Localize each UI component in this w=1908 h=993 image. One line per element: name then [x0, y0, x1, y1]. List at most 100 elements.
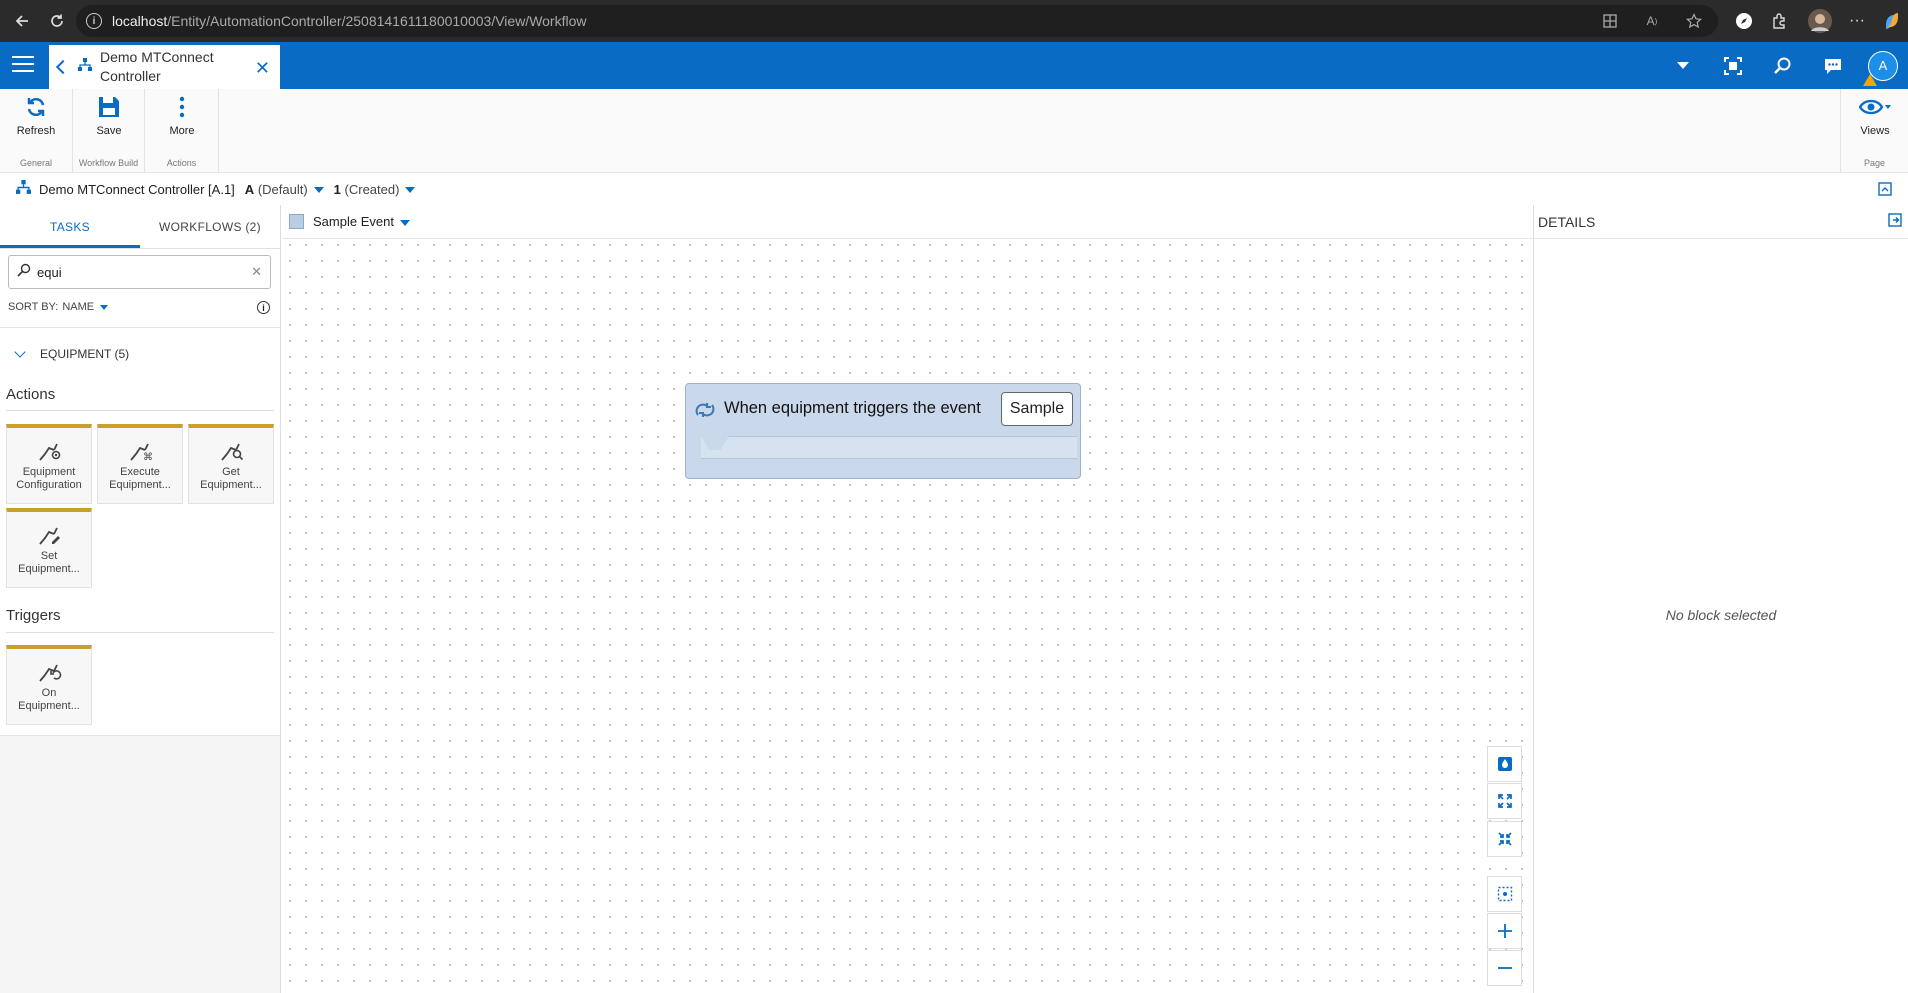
task-set-equipment[interactable]: Set Equipment... [6, 508, 92, 588]
views-button[interactable]: Views [1845, 95, 1905, 137]
url-text: localhost/Entity/AutomationController/25… [112, 13, 587, 29]
hierarchy-icon [78, 57, 92, 77]
expand-button[interactable] [1487, 783, 1522, 819]
sort-control[interactable]: SORT BY: NAME [8, 301, 109, 313]
group-label: EQUIPMENT (5) [40, 347, 130, 361]
workflow-canvas[interactable] [282, 205, 1533, 993]
task-execute-equipment[interactable]: ⌘ Execute Equipment... [97, 424, 183, 504]
version-selector[interactable]: A (Default) [245, 182, 324, 197]
save-button[interactable]: Save [79, 95, 139, 137]
center-button[interactable] [1487, 876, 1522, 912]
reload-icon[interactable] [44, 8, 70, 34]
task-label-line1: On [41, 687, 57, 699]
hierarchy-icon [16, 180, 31, 198]
caret-down-icon [405, 187, 416, 194]
workflow-selector[interactable]: Sample Event [313, 214, 410, 229]
caret-down-icon [399, 219, 410, 226]
context-bar: Demo MTConnect Controller [A.1] A (Defau… [0, 173, 1908, 205]
warning-icon [1863, 73, 1877, 86]
close-icon[interactable]: ✕ [255, 58, 270, 79]
minus-icon [1497, 967, 1512, 969]
scan-icon[interactable] [1708, 42, 1758, 89]
event-name-field[interactable]: Sample [1001, 392, 1073, 426]
ribbon-group-page: Views Page [1840, 89, 1908, 173]
split-screen-icon[interactable] [1600, 11, 1620, 31]
tab-title: Demo MTConnect Controller [100, 49, 214, 84]
more-vertical-icon [179, 96, 185, 118]
chat-icon[interactable] [1808, 42, 1858, 89]
trigger-icon [695, 401, 715, 424]
save-label: Save [96, 125, 122, 137]
clear-search-icon[interactable]: ✕ [251, 264, 262, 280]
refresh-button[interactable]: Refresh [6, 95, 66, 137]
task-on-equipment[interactable]: On Equipment... [6, 645, 92, 725]
more-button[interactable]: More [152, 95, 212, 137]
profile-photo-icon[interactable] [1808, 9, 1832, 33]
theme-toggle-button[interactable] [1487, 746, 1522, 782]
site-info-icon[interactable]: i [86, 13, 102, 29]
zoom-out-button[interactable] [1487, 950, 1522, 986]
equipment-trigger-icon [39, 664, 62, 682]
menu-icon[interactable] [12, 56, 34, 74]
version-value: (Default) [257, 181, 308, 197]
expand-icon [1497, 794, 1512, 808]
triggers-heading: Triggers [6, 607, 61, 624]
task-label-line2: Equipment... [18, 563, 80, 575]
search-icon [17, 263, 31, 282]
collapse-panel-icon[interactable] [1888, 213, 1902, 232]
tab-workflows[interactable]: WORKFLOWS (2) [140, 205, 280, 248]
back-icon[interactable] [9, 8, 35, 34]
tab-tasks[interactable]: TASKS [0, 205, 140, 248]
task-get-equipment[interactable]: Get Equipment... [188, 424, 274, 504]
ribbon-group-workflow-build: Save Workflow Build [73, 89, 145, 173]
group-equipment[interactable]: EQUIPMENT (5) [12, 346, 130, 361]
plus-icon [1497, 924, 1512, 938]
entity-tab[interactable]: Demo MTConnect Controller ✕ [49, 45, 280, 89]
dropdown-caret-icon[interactable] [1658, 42, 1708, 89]
canvas-header: Sample Event [282, 205, 1533, 239]
revision-selector[interactable]: 1 (Created) [334, 182, 416, 197]
group-general-label: General [19, 158, 53, 168]
group-page-label: Page [1863, 158, 1886, 168]
block-text: When equipment triggers the event [724, 399, 981, 417]
entity-name: Demo MTConnect Controller [A.1] [39, 181, 235, 197]
more-options-icon[interactable]: ··· [1845, 9, 1869, 33]
task-equipment-configuration[interactable]: Equipment Configuration [6, 424, 92, 504]
extension-compass-icon[interactable] [1732, 9, 1756, 33]
extensions-icon[interactable] [1767, 9, 1791, 33]
address-bar[interactable]: i localhost/Entity/AutomationController/… [76, 5, 1718, 37]
actions-heading: Actions [6, 386, 56, 403]
center-focus-icon [1497, 886, 1512, 902]
collapse-header-icon[interactable] [1878, 182, 1892, 199]
zoom-in-button[interactable] [1487, 913, 1522, 949]
caret-down-icon [100, 304, 109, 310]
views-label: Views [1860, 125, 1890, 137]
trigger-block[interactable]: When equipment triggers the event Sample [685, 383, 1081, 479]
block-footer [701, 458, 1077, 478]
equipment-command-icon: ⌘ [130, 443, 153, 462]
save-icon [99, 97, 119, 117]
user-avatar[interactable]: A [1858, 42, 1908, 89]
copilot-icon[interactable] [1880, 9, 1904, 33]
read-aloud-icon[interactable]: A) [1642, 11, 1662, 31]
details-panel: DETAILS No block selected [1533, 205, 1908, 993]
task-label-line2: Equipment... [109, 479, 171, 491]
task-label-line1: Get [222, 466, 240, 478]
revision-value: (Created) [344, 181, 400, 197]
equipment-search-icon [221, 443, 244, 461]
no-selection-text: No block selected [1665, 607, 1777, 623]
equipment-gear-icon [39, 443, 61, 461]
app-header: Demo MTConnect Controller ✕ A [0, 42, 1908, 89]
workflow-select-value: Sample Event [313, 214, 394, 229]
chevron-left-icon[interactable] [55, 59, 71, 75]
collapse-button[interactable] [1487, 821, 1522, 857]
svg-text:⌘: ⌘ [143, 452, 153, 462]
ribbon-toolbar: Refresh General Save Workflow Build More… [0, 89, 1908, 173]
search-icon[interactable] [1758, 42, 1808, 89]
task-search-input[interactable]: equi ✕ [8, 255, 271, 289]
panel-empty-area [0, 736, 280, 993]
favorite-icon[interactable] [1684, 11, 1704, 31]
info-icon[interactable]: i [257, 301, 270, 314]
revision-key: 1 [333, 181, 341, 197]
block-statement-slot[interactable] [701, 436, 1077, 458]
